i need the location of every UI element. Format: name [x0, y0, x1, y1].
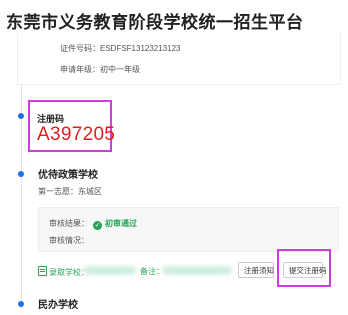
- timeline-dot-private: [18, 301, 24, 307]
- page-title: 东莞市义务教育阶段学校统一招生平台: [6, 13, 304, 32]
- audit-result-label: 审核结果：: [49, 219, 89, 228]
- audit-status-row: 审核情况：: [49, 235, 89, 246]
- first-choice-value: 东城区: [78, 187, 102, 196]
- first-choice-label: 第一志愿：: [38, 187, 78, 196]
- redacted-school-name: [84, 266, 136, 275]
- cert-row: 证件号码：ESDFSF13123213123: [60, 43, 181, 54]
- policy-school-section-title: 优待政策学校: [38, 170, 98, 181]
- submit-registration-code-button[interactable]: 提交注册码: [283, 262, 327, 278]
- grade-value: 初中一年级: [100, 65, 140, 74]
- admit-school-label: 录取学校：: [49, 268, 89, 277]
- check-icon: ✓: [93, 221, 102, 230]
- audit-status-label: 审核情况：: [49, 236, 89, 245]
- audit-result-row: 审核结果： ✓ 初审通过: [49, 218, 137, 230]
- private-school-section-title: 民办学校: [38, 300, 78, 311]
- applicant-info-card: 证件号码：ESDFSF13123213123 申请年级：初中一年级: [17, 33, 341, 85]
- admit-school-row: 录取学校：: [38, 266, 89, 278]
- note-label: 备注：: [140, 267, 164, 276]
- cert-value: ESDFSF13123213123: [100, 44, 181, 53]
- cert-label: 证件号码：: [60, 44, 100, 53]
- grade-label: 申请年级：: [60, 65, 100, 74]
- redacted-note: [162, 266, 232, 275]
- audit-panel: 审核结果： ✓ 初审通过 审核情况：: [38, 207, 339, 252]
- registration-notice-button[interactable]: 注册须知: [238, 262, 274, 278]
- first-choice-row: 第一志愿：东城区: [38, 186, 102, 197]
- audit-result-value: 初审通过: [105, 219, 137, 228]
- registration-code-box: 注册码 A397205: [28, 100, 116, 152]
- grade-row: 申请年级：初中一年级: [60, 64, 140, 75]
- timeline-dot-registration: [18, 113, 24, 119]
- document-icon: [38, 266, 47, 276]
- registration-code-value: A397205: [37, 124, 116, 145]
- timeline-dot-policy: [18, 171, 24, 177]
